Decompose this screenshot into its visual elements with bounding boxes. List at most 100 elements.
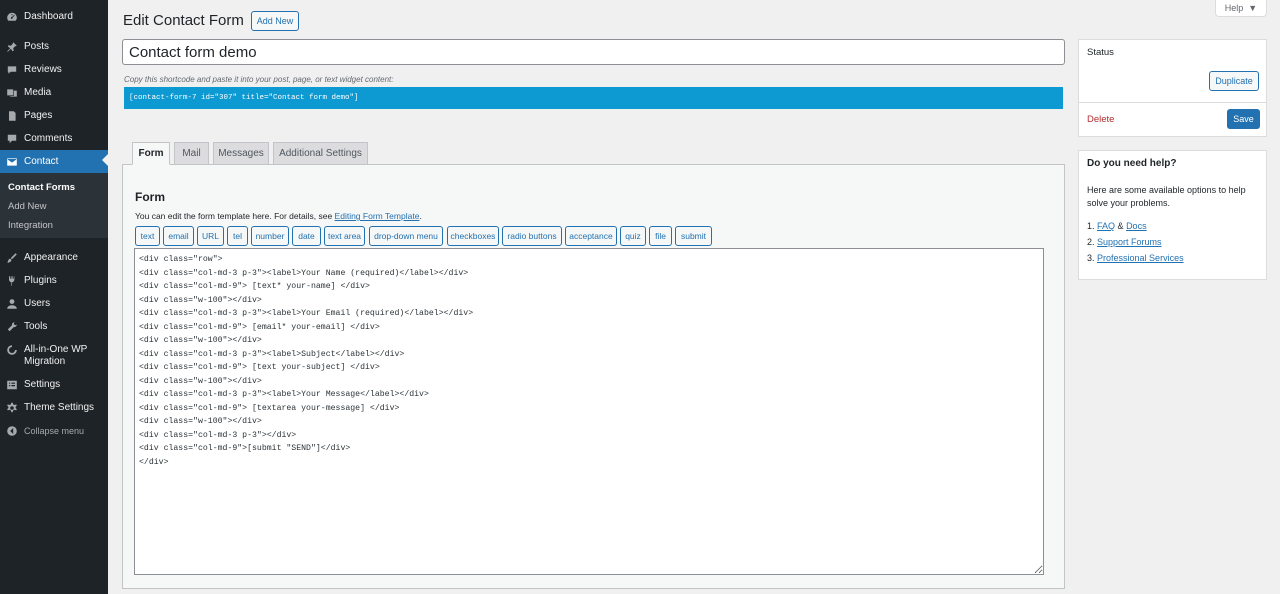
help-box: Do you need help? Here are some availabl… bbox=[1078, 150, 1267, 280]
sidebar-item-label: Media bbox=[24, 87, 52, 98]
help-tab-button[interactable]: Help ▼ bbox=[1215, 0, 1267, 17]
list-number: 3. bbox=[1087, 253, 1095, 263]
list-item: 2. Support Forums bbox=[1087, 234, 1184, 250]
tag-button-quiz[interactable]: quiz bbox=[620, 226, 646, 246]
gear-icon bbox=[5, 402, 19, 414]
shortcode-field[interactable]: [contact-form-7 id="307" title="Contact … bbox=[124, 87, 1063, 109]
sidebar-item-settings[interactable]: Settings bbox=[0, 379, 108, 391]
page-title: Edit Contact Form bbox=[123, 12, 244, 29]
tag-button-acceptance[interactable]: acceptance bbox=[565, 226, 617, 246]
sidebar-item-label: Posts bbox=[24, 41, 50, 52]
plug-icon bbox=[5, 275, 19, 287]
sidebar-item-label: Dashboard bbox=[24, 11, 73, 22]
sidebar-item-all-in-one-wp-migration[interactable]: All-in-One WP Migration bbox=[0, 344, 108, 368]
tab-additional-settings[interactable]: Additional Settings bbox=[273, 142, 368, 165]
tag-button-drop-down-menu[interactable]: drop-down menu bbox=[369, 226, 443, 246]
sidebar-item-tools[interactable]: Tools bbox=[0, 321, 108, 333]
envelope-icon bbox=[5, 156, 19, 168]
submenu-item-add-new[interactable]: Add New bbox=[8, 201, 47, 212]
sidebar-item-comments[interactable]: Comments bbox=[0, 133, 108, 145]
help-label: Help bbox=[1224, 3, 1244, 13]
sidebar-item-label: All-in-One WP Migration bbox=[24, 344, 88, 367]
page-icon bbox=[5, 110, 19, 122]
list-number: 2. bbox=[1087, 237, 1095, 247]
collapse-menu-button[interactable]: Collapse menu bbox=[0, 425, 108, 437]
form-title-input[interactable] bbox=[122, 39, 1065, 65]
sidebar-item-label: Collapse menu bbox=[24, 426, 85, 436]
tag-button-submit[interactable]: submit bbox=[675, 226, 712, 246]
help-links-list: 1. FAQ & Docs 2. Support Forums 3. Profe… bbox=[1087, 218, 1184, 266]
tag-button-file[interactable]: file bbox=[649, 226, 672, 246]
docs-link[interactable]: Docs bbox=[1126, 221, 1147, 231]
dashboard-icon bbox=[5, 11, 19, 23]
sidebar-item-label: Comments bbox=[24, 133, 73, 144]
tab-form[interactable]: Form bbox=[132, 142, 170, 165]
tag-button-email[interactable]: email bbox=[163, 226, 194, 246]
sidebar-item-reviews[interactable]: Reviews bbox=[0, 64, 108, 76]
duplicate-button[interactable]: Duplicate bbox=[1209, 71, 1259, 91]
sidebar-item-dashboard[interactable]: Dashboard bbox=[0, 11, 108, 23]
list-item: 3. Professional Services bbox=[1087, 250, 1184, 266]
form-description-text: You can edit the form template here. For… bbox=[135, 211, 335, 221]
sidebar-item-contact[interactable]: Contact bbox=[0, 150, 108, 173]
status-divider bbox=[1079, 102, 1266, 103]
media-icon bbox=[5, 87, 19, 99]
admin-sidebar: Dashboard Posts Reviews Media Pages Comm… bbox=[0, 0, 108, 594]
tag-button-url[interactable]: URL bbox=[197, 226, 224, 246]
list-number: 1. bbox=[1087, 221, 1095, 231]
editing-form-template-link[interactable]: Editing Form Template bbox=[335, 211, 420, 221]
tag-button-text[interactable]: text bbox=[135, 226, 160, 246]
shortcode-hint: Copy this shortcode and paste it into yo… bbox=[124, 75, 394, 84]
user-icon bbox=[5, 298, 19, 310]
sidebar-item-label: Pages bbox=[24, 110, 53, 121]
sidebar-item-plugins[interactable]: Plugins bbox=[0, 275, 108, 287]
brush-icon bbox=[5, 252, 19, 264]
save-button[interactable]: Save bbox=[1227, 109, 1260, 129]
sidebar-item-pages[interactable]: Pages bbox=[0, 110, 108, 122]
submenu-item-contact-forms[interactable]: Contact Forms bbox=[8, 182, 75, 193]
add-new-button[interactable]: Add New bbox=[251, 11, 299, 31]
status-title: Status bbox=[1087, 47, 1114, 58]
sidebar-item-label: Reviews bbox=[24, 64, 62, 75]
settings-icon bbox=[5, 379, 19, 391]
professional-services-link[interactable]: Professional Services bbox=[1097, 253, 1184, 263]
submenu-item-integration[interactable]: Integration bbox=[8, 220, 53, 231]
sidebar-item-label: Appearance bbox=[24, 252, 78, 263]
contact-submenu: Contact Forms Add New Integration bbox=[0, 173, 108, 238]
wrench-icon bbox=[5, 321, 19, 333]
sidebar-item-users[interactable]: Users bbox=[0, 298, 108, 310]
comment-icon bbox=[5, 133, 19, 145]
tab-messages[interactable]: Messages bbox=[213, 142, 269, 165]
tag-button-radio-buttons[interactable]: radio buttons bbox=[502, 226, 562, 246]
delete-link[interactable]: Delete bbox=[1087, 114, 1114, 125]
chevron-down-icon: ▼ bbox=[1248, 3, 1258, 13]
sidebar-item-theme-settings[interactable]: Theme Settings bbox=[0, 402, 108, 414]
sidebar-item-label: Settings bbox=[24, 379, 61, 390]
tag-button-date[interactable]: date bbox=[292, 226, 321, 246]
form-description-end: . bbox=[419, 211, 422, 221]
pin-icon bbox=[5, 41, 19, 53]
speech-bubble-icon bbox=[5, 64, 19, 76]
sidebar-item-label: Tools bbox=[24, 321, 48, 332]
tab-mail[interactable]: Mail bbox=[174, 142, 209, 165]
form-description: You can edit the form template here. For… bbox=[135, 211, 422, 221]
sidebar-item-media[interactable]: Media bbox=[0, 87, 108, 99]
tag-button-text-area[interactable]: text area bbox=[324, 226, 365, 246]
tag-button-tel[interactable]: tel bbox=[227, 226, 248, 246]
sidebar-item-label: Theme Settings bbox=[24, 402, 95, 413]
sidebar-item-appearance[interactable]: Appearance bbox=[0, 252, 108, 264]
sidebar-item-label: Plugins bbox=[24, 275, 57, 286]
collapse-icon bbox=[5, 425, 19, 437]
tag-button-checkboxes[interactable]: checkboxes bbox=[447, 226, 499, 246]
form-template-editor[interactable]: <div class="row"> <div class="col-md-3 p… bbox=[134, 248, 1044, 575]
sidebar-item-label: Users bbox=[24, 298, 51, 309]
status-box: Status Duplicate Delete Save bbox=[1078, 39, 1267, 137]
ampersand: & bbox=[1115, 221, 1127, 231]
faq-link[interactable]: FAQ bbox=[1097, 221, 1115, 231]
form-heading: Form bbox=[135, 190, 165, 204]
tag-button-number[interactable]: number bbox=[251, 226, 289, 246]
help-box-text: Here are some available options to help … bbox=[1087, 185, 1246, 208]
help-box-title: Do you need help? bbox=[1087, 158, 1177, 169]
sidebar-item-posts[interactable]: Posts bbox=[0, 41, 108, 53]
support-forums-link[interactable]: Support Forums bbox=[1097, 237, 1162, 247]
